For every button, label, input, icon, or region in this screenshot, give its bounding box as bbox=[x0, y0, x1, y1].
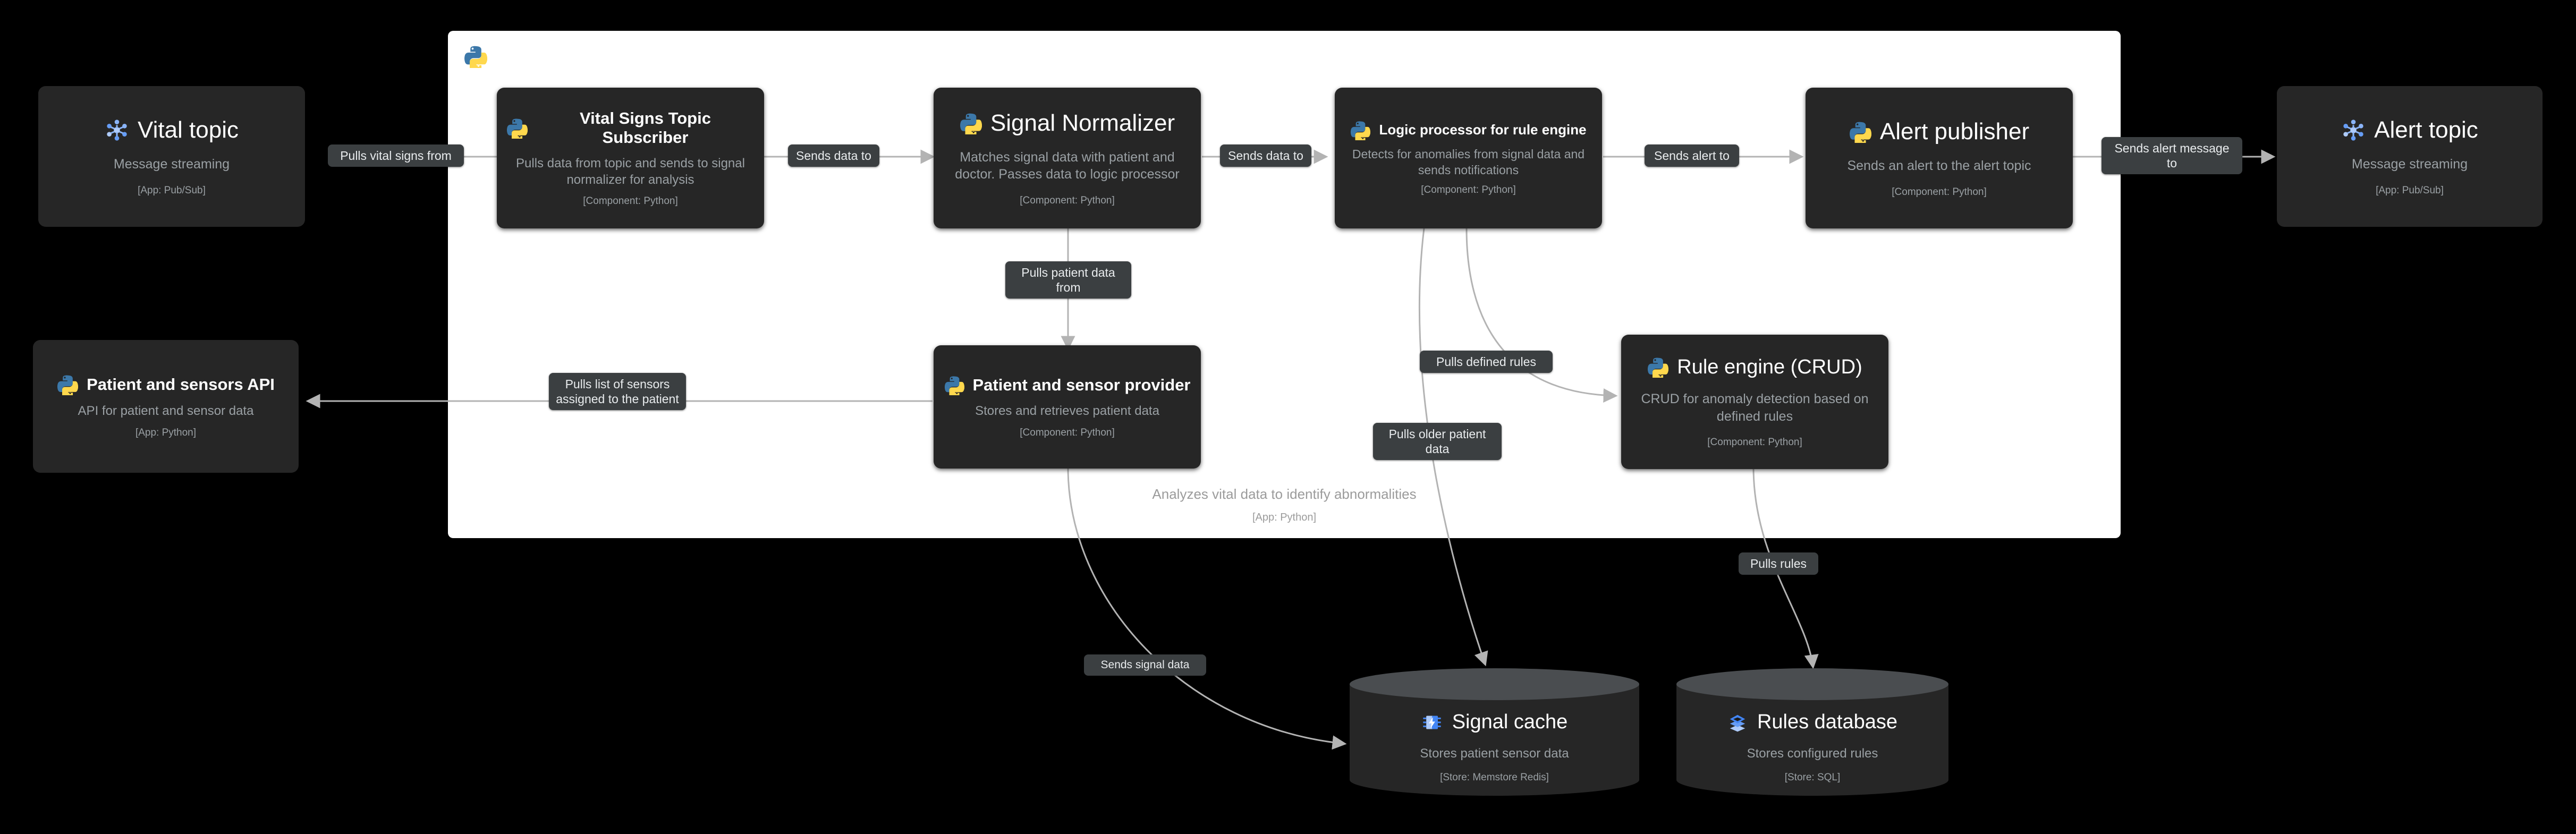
pubsub-icon bbox=[105, 118, 129, 142]
python-icon bbox=[57, 374, 79, 396]
memory-chip-icon bbox=[1421, 712, 1443, 733]
python-icon bbox=[1849, 121, 1871, 143]
container-technology: [App: Python] bbox=[1252, 512, 1317, 523]
edge-label-sends-data-to-normalizer: Sends data to bbox=[788, 144, 879, 167]
node-title: Alert publisher bbox=[1879, 118, 2030, 145]
python-icon bbox=[506, 117, 528, 139]
node-title: Logic processor for rule engine bbox=[1379, 122, 1587, 138]
node-logic-processor-for-rule-engine[interactable]: Logic processor for rule engine Detects … bbox=[1335, 88, 1602, 228]
edge-label-pulls-defined-rules: Pulls defined rules bbox=[1420, 351, 1553, 373]
node-signal-cache[interactable]: Signal cache Stores patient sensor data … bbox=[1350, 668, 1639, 796]
edge-label-sends-alert-to: Sends alert to bbox=[1645, 144, 1739, 167]
edge-label-sends-alert-message-to: Sends alert message to bbox=[2102, 137, 2242, 175]
node-technology: [App: Pub/Sub] bbox=[138, 184, 206, 196]
cylinder-top bbox=[1676, 668, 1948, 700]
container-caption: Analyzes vital data to identify abnormal… bbox=[448, 484, 2121, 525]
node-rules-database[interactable]: Rules database Stores configured rules [… bbox=[1676, 668, 1948, 796]
node-technology: [Component: Python] bbox=[1892, 186, 1987, 198]
node-technology: [Store: SQL] bbox=[1784, 772, 1841, 783]
node-title: Rules database bbox=[1757, 711, 1898, 733]
node-title: Vital topic bbox=[138, 117, 239, 143]
database-layers-icon bbox=[1727, 712, 1748, 733]
node-patient-and-sensor-provider[interactable]: Patient and sensor provider Stores and r… bbox=[934, 345, 1201, 469]
python-icon bbox=[944, 375, 964, 396]
node-title: Signal cache bbox=[1452, 711, 1568, 733]
edge-label-sends-data-to-logic-processor: Sends data to bbox=[1220, 144, 1311, 167]
node-technology: [Component: Python] bbox=[1421, 184, 1516, 196]
node-technology: [Component: Python] bbox=[1020, 194, 1115, 206]
node-alert-publisher[interactable]: Alert publisher Sends an alert to the al… bbox=[1806, 88, 2073, 228]
node-description: Message streaming bbox=[113, 157, 230, 172]
node-description: Matches signal data with patient and doc… bbox=[955, 149, 1180, 182]
node-technology: [Component: Python] bbox=[1707, 437, 1802, 448]
node-description: Pulls data from topic and sends to signa… bbox=[516, 156, 745, 188]
python-icon bbox=[1350, 120, 1371, 140]
node-description: Stores configured rules bbox=[1747, 746, 1878, 761]
node-description: API for patient and sensor data bbox=[78, 404, 254, 419]
node-title: Rule engine (CRUD) bbox=[1677, 355, 1862, 378]
edge-label-sends-signal-data: Sends signal data bbox=[1084, 654, 1206, 676]
node-technology: [App: Python] bbox=[135, 427, 197, 438]
node-description: CRUD for anomaly detection based on defi… bbox=[1641, 392, 1869, 424]
node-vital-signs-topic-subscriber[interactable]: Vital Signs Topic Subscriber Pulls data … bbox=[497, 88, 764, 228]
node-vital-topic[interactable]: Vital topic Message streaming [App: Pub/… bbox=[38, 86, 305, 227]
edge-label-pulls-older-patient-data: Pulls older patient data bbox=[1373, 423, 1502, 461]
edge-label-pulls-list-of-sensors: Pulls list of sensors assigned to the pa… bbox=[549, 373, 686, 411]
node-patient-and-sensors-api[interactable]: Patient and sensors API API for patient … bbox=[33, 340, 299, 473]
node-title: Alert topic bbox=[2374, 117, 2478, 143]
node-description: Message streaming bbox=[2351, 157, 2468, 172]
node-description: Stores patient sensor data bbox=[1420, 746, 1569, 761]
node-rule-engine-crud[interactable]: Rule engine (CRUD) CRUD for anomaly dete… bbox=[1621, 335, 1888, 469]
node-title: Signal Normalizer bbox=[990, 110, 1175, 137]
node-title: Patient and sensors API bbox=[87, 375, 275, 394]
python-icon bbox=[464, 45, 487, 68]
node-technology: [Component: Python] bbox=[583, 195, 678, 207]
node-description: Detects for anomalies from signal data a… bbox=[1352, 147, 1585, 177]
node-technology: [Component: Python] bbox=[1020, 427, 1115, 438]
container-description: Analyzes vital data to identify abnormal… bbox=[1152, 486, 1417, 503]
cylinder-top bbox=[1350, 668, 1639, 700]
edge-label-pulls-rules: Pulls rules bbox=[1739, 552, 1818, 575]
pubsub-icon bbox=[2341, 118, 2366, 142]
node-title: Vital Signs Topic Subscriber bbox=[580, 108, 711, 147]
node-technology: [App: Pub/Sub] bbox=[2376, 184, 2444, 196]
node-title: Patient and sensor provider bbox=[972, 376, 1191, 395]
node-technology: [Store: Memstore Redis] bbox=[1440, 772, 1549, 783]
node-description: Stores and retrieves patient data bbox=[975, 404, 1159, 419]
edge-label-pulls-vital-signs-from: Pulls vital signs from bbox=[328, 144, 464, 167]
python-icon bbox=[1647, 356, 1669, 378]
node-alert-topic[interactable]: Alert topic Message streaming [App: Pub/… bbox=[2277, 86, 2543, 227]
node-description: Sends an alert to the alert topic bbox=[1847, 158, 2031, 174]
node-signal-normalizer[interactable]: Signal Normalizer Matches signal data wi… bbox=[934, 88, 1201, 228]
edge-label-pulls-patient-data-from: Pulls patient data from bbox=[1005, 261, 1131, 299]
python-icon bbox=[960, 112, 982, 134]
